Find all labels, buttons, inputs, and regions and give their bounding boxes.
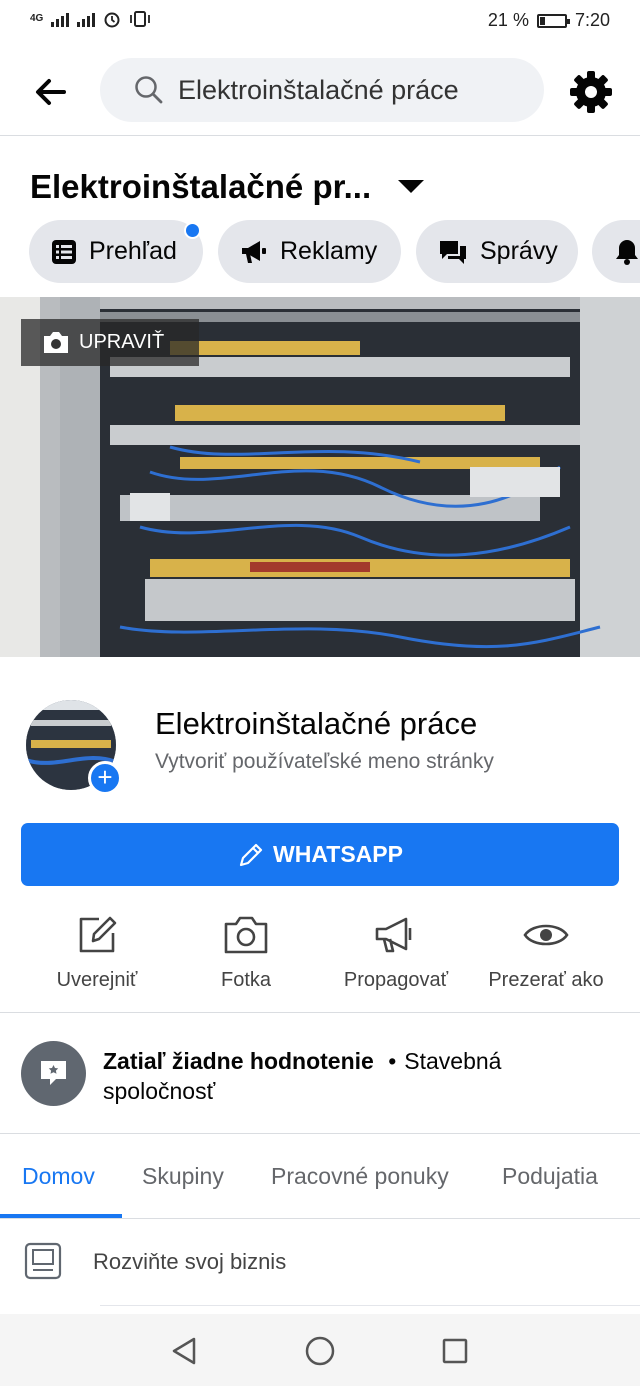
tab-jobs[interactable]: Pracovné ponuky: [271, 1163, 449, 1190]
recents-icon[interactable]: [442, 1338, 468, 1364]
chip-overview[interactable]: Prehľad: [29, 220, 203, 283]
action-label: Uverejniť: [56, 969, 138, 991]
vibrate-icon: [130, 11, 151, 27]
chip-ads[interactable]: Reklamy: [218, 220, 401, 283]
battery-fill: [539, 16, 545, 25]
navigation-bar: [0, 1314, 640, 1386]
pencil-icon: [239, 843, 263, 866]
star-bubble-icon: [41, 1061, 66, 1085]
chip-label: Reklamy: [280, 237, 378, 265]
action-label: Prezerať ako: [488, 969, 604, 991]
home-icon[interactable]: [305, 1336, 335, 1366]
page-name: Elektroinštalačné práce: [155, 706, 478, 741]
whatsapp-button[interactable]: WHATSAPP: [21, 823, 619, 886]
action-promote[interactable]: Propagovať: [321, 905, 471, 992]
back-icon[interactable]: [170, 1336, 198, 1366]
status-right: 21 % 7:20: [488, 10, 610, 31]
edit-icon: [79, 916, 117, 953]
search-text: Elektroinštalačné práce: [178, 74, 459, 105]
tab-home[interactable]: Domov: [22, 1163, 95, 1190]
signal-icon: [51, 11, 70, 27]
tab-groups[interactable]: Skupiny: [142, 1163, 224, 1190]
megaphone-icon: [375, 917, 412, 953]
action-view-as[interactable]: Prezerať ako: [471, 905, 621, 992]
action-post[interactable]: Uverejniť: [22, 905, 172, 992]
notification-dot: [184, 222, 201, 239]
battery-icon: [536, 13, 570, 28]
camera-icon: [224, 916, 268, 954]
alarm-icon: [104, 12, 120, 28]
tab-events[interactable]: Podujatia: [502, 1163, 598, 1190]
divider: [0, 1218, 640, 1219]
network-type: 4G: [30, 13, 44, 24]
create-username-link[interactable]: Vytvoriť používateľské meno stránky: [155, 750, 494, 774]
signal-icon-2: [77, 11, 96, 27]
action-label: Propagovať: [343, 969, 449, 991]
caret-down-icon[interactable]: [398, 180, 424, 193]
search-icon: [135, 76, 163, 104]
rating-status: Zatiaľ žiadne hodnotenie: [103, 1048, 374, 1074]
bell-icon: [616, 239, 638, 265]
rating-info: Zatiaľ žiadne hodnotenie • Stavebná spolo…: [103, 1046, 603, 1106]
gear-icon[interactable]: [568, 69, 614, 115]
whatsapp-label: WHATSAPP: [273, 841, 403, 867]
divider: [100, 1305, 640, 1306]
grow-business-link[interactable]: Rozviňte svoj biznis: [93, 1249, 286, 1275]
add-photo-button[interactable]: +: [88, 761, 122, 795]
status-bar: 4G 21 % 7:20: [0, 0, 640, 44]
rating-separator: •: [388, 1048, 397, 1074]
back-arrow-icon[interactable]: [30, 72, 70, 112]
battery-percent: 21 %: [487, 10, 529, 30]
divider: [0, 1133, 640, 1134]
clock: 7:20: [574, 10, 610, 30]
camera-icon: [44, 331, 68, 353]
chat-icon: [440, 240, 466, 264]
chip-messages[interactable]: Správy: [416, 220, 578, 283]
chip-label: Správy: [480, 237, 558, 265]
edit-cover-label: UPRAVIŤ: [79, 331, 165, 353]
action-photo[interactable]: Fotka: [171, 905, 321, 992]
chip-notifications[interactable]: [592, 220, 640, 283]
megaphone-icon: [242, 240, 266, 263]
search-input[interactable]: Elektroinštalačné práce: [100, 58, 544, 122]
divider: [0, 1012, 640, 1013]
page-title[interactable]: Elektroinštalačné pr...: [30, 168, 371, 206]
review-icon: [21, 1041, 86, 1106]
edit-cover-button[interactable]: UPRAVIŤ: [21, 319, 199, 366]
list-icon: [52, 239, 76, 264]
eye-icon: [523, 924, 569, 946]
action-label: Fotka: [220, 969, 272, 991]
monitor-icon: [24, 1242, 62, 1280]
status-left: 4G: [30, 10, 151, 28]
header-divider: [0, 135, 640, 136]
chip-label: Prehľad: [89, 237, 177, 265]
